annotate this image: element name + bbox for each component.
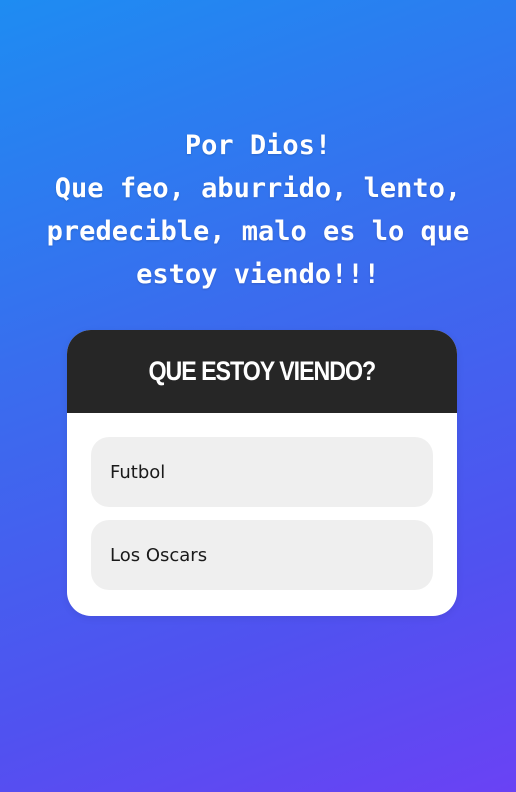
quiz-header: QUE ESTOY VIENDO? [67, 330, 457, 413]
quiz-option-futbol[interactable]: Futbol [91, 437, 433, 507]
quiz-option-los-oscars[interactable]: Los Oscars [91, 520, 433, 590]
quiz-options: Futbol Los Oscars [67, 413, 457, 590]
caption-line: estoy viendo!!! [136, 259, 380, 290]
quiz-question: QUE ESTOY VIENDO? [148, 356, 377, 386]
caption-line: predecible, malo es lo que [46, 216, 470, 247]
caption-line: Que feo, aburrido, lento, [54, 173, 462, 204]
caption-line: Por Dios! [184, 130, 332, 161]
quiz-option-label: Futbol [110, 461, 166, 483]
quiz-option-label: Los Oscars [110, 544, 208, 566]
quiz-sticker: QUE ESTOY VIENDO? Futbol Los Oscars [67, 330, 457, 616]
story-caption: Por Dios! Que feo, aburrido, lento, pred… [0, 124, 516, 296]
